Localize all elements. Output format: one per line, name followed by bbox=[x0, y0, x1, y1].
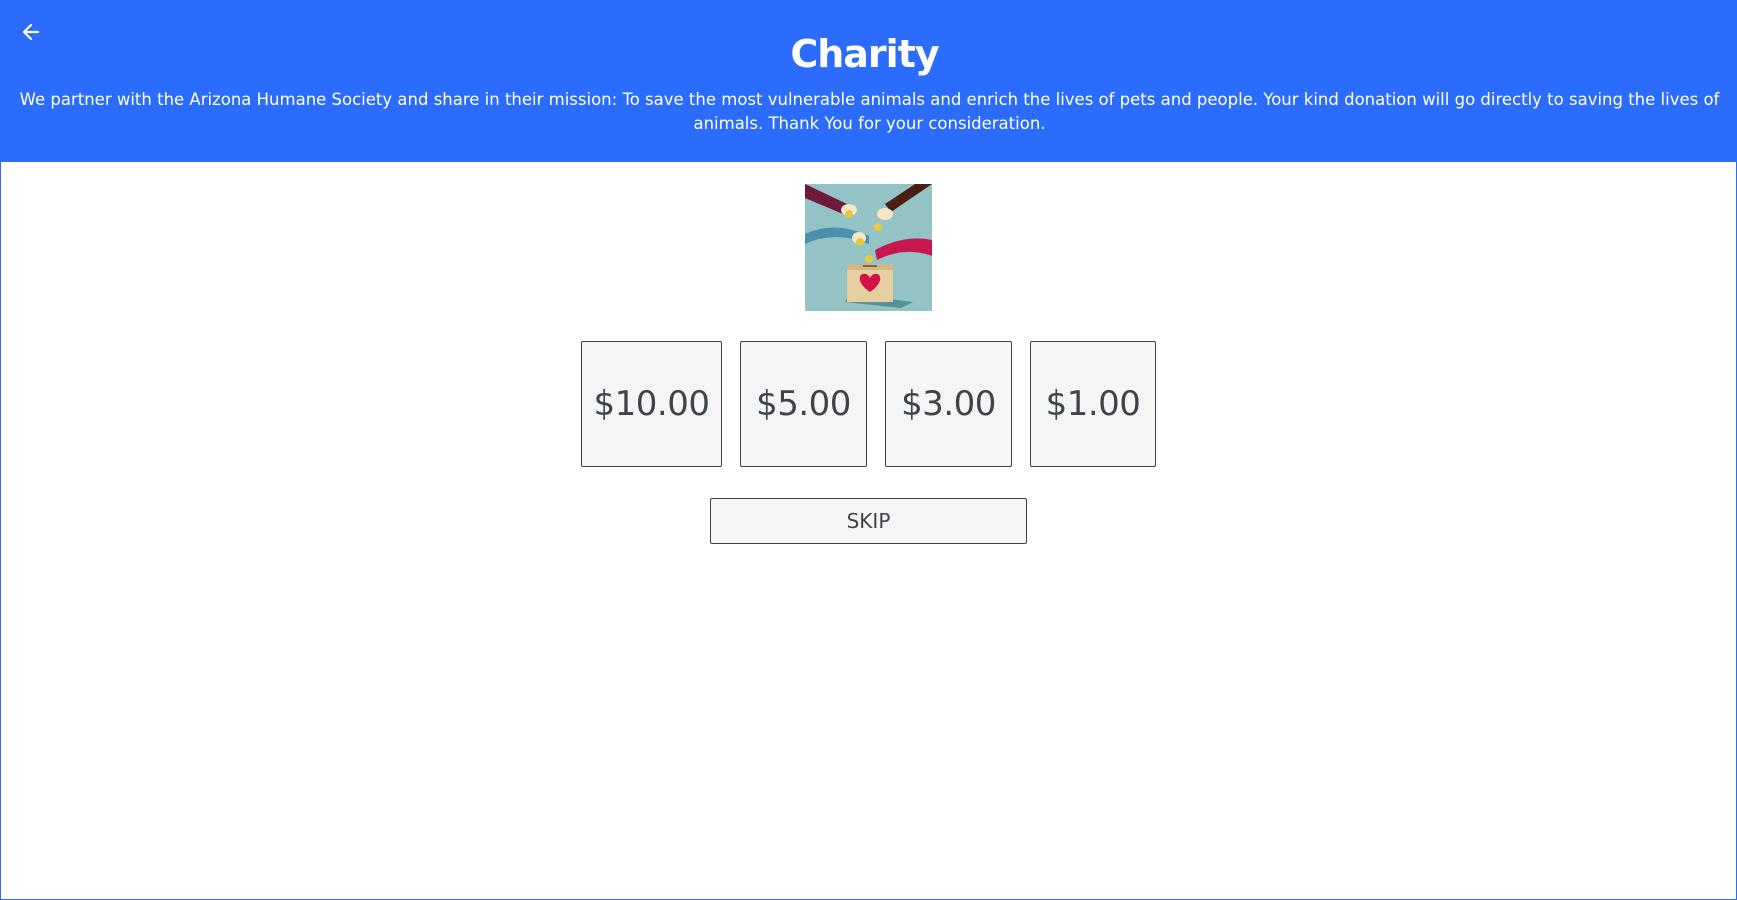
donate-10-button[interactable]: $10.00 bbox=[581, 341, 722, 467]
skip-button[interactable]: SKIP bbox=[710, 498, 1027, 544]
donate-3-button[interactable]: $3.00 bbox=[885, 341, 1012, 467]
donate-1-button[interactable]: $1.00 bbox=[1030, 341, 1156, 467]
header-bar: Charity We partner with the Arizona Huma… bbox=[1, 0, 1737, 162]
mission-description: We partner with the Arizona Humane Socie… bbox=[19, 90, 1720, 133]
donation-illustration bbox=[805, 184, 932, 311]
charity-page: Charity We partner with the Arizona Huma… bbox=[0, 0, 1737, 900]
donate-5-button[interactable]: $5.00 bbox=[740, 341, 867, 467]
page-title: Charity bbox=[790, 32, 939, 76]
